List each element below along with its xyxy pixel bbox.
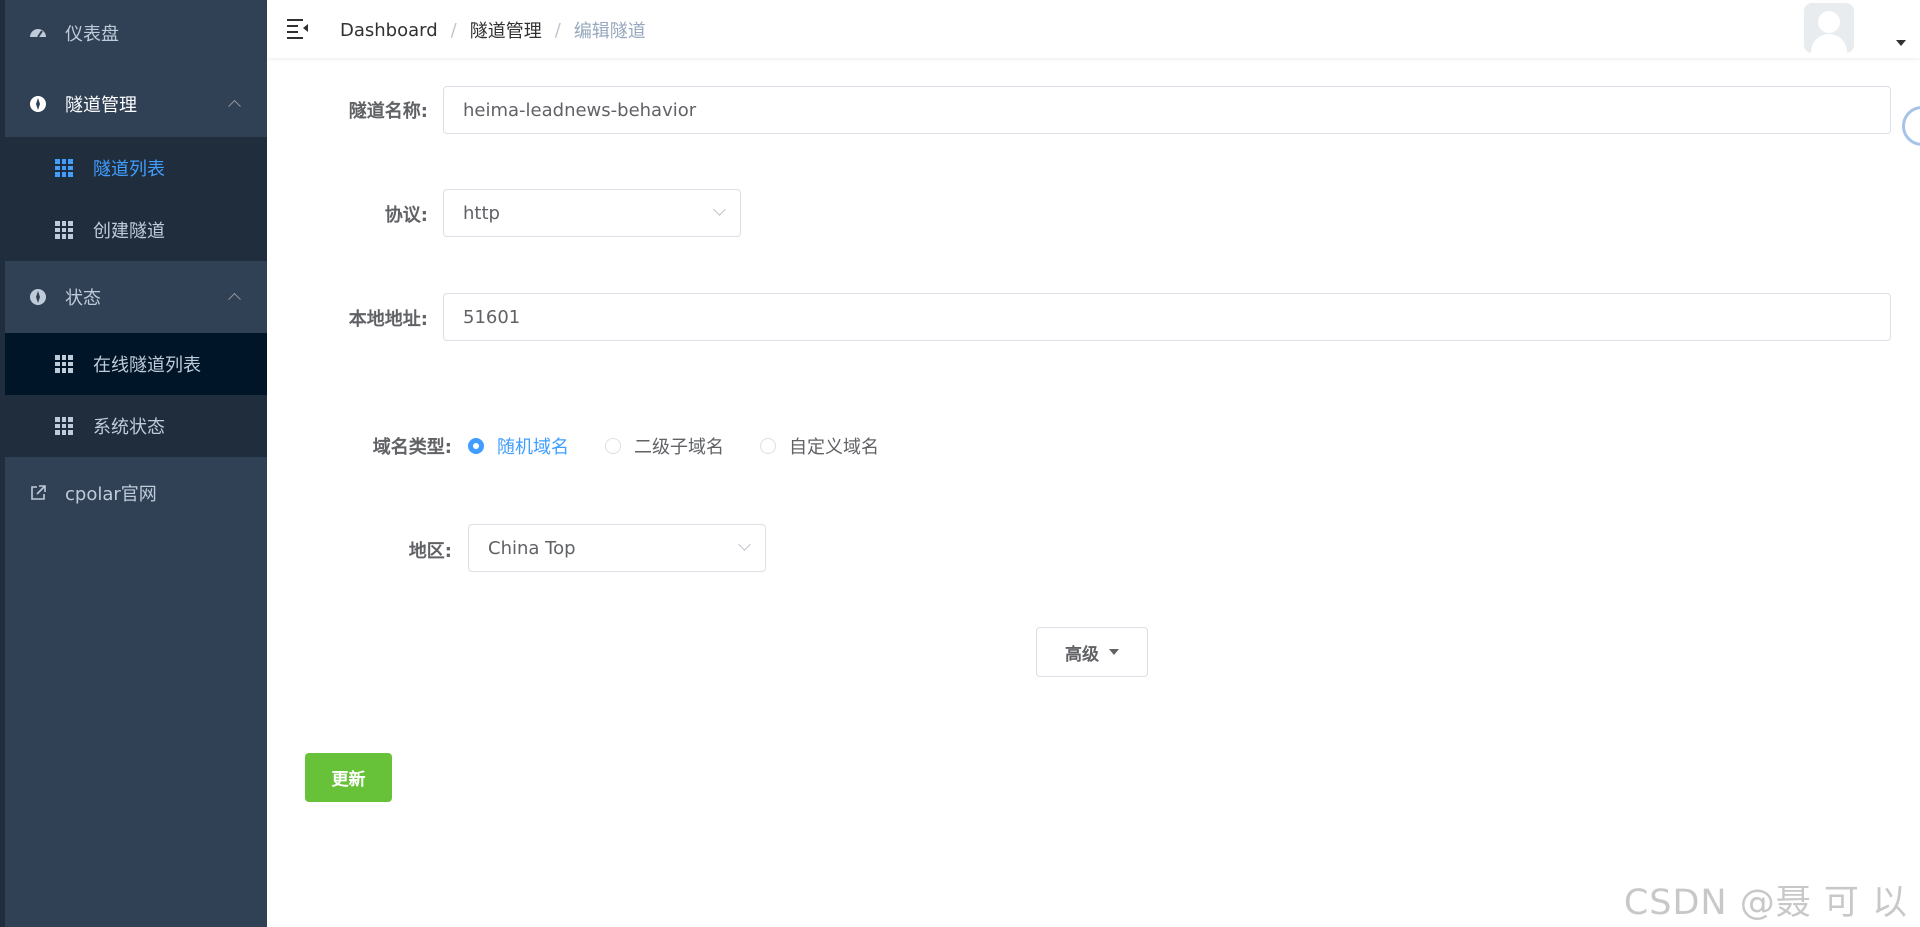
sidebar-item-tunnel-list[interactable]: 隧道列表 <box>5 137 267 199</box>
floating-ring-icon <box>1902 106 1920 146</box>
chevron-down-icon <box>713 203 726 216</box>
radio-random-domain[interactable]: 随机域名 <box>468 433 569 459</box>
table-icon <box>55 417 73 435</box>
user-avatar[interactable] <box>1804 3 1854 53</box>
sidebar-item-label: 创建隧道 <box>93 221 165 242</box>
sidebar-item-dashboard[interactable]: 仪表盘 <box>5 0 267 66</box>
breadcrumb: Dashboard / 隧道管理 / 编辑隧道 <box>340 17 646 43</box>
region-label: 地区: <box>408 541 452 562</box>
radio-label: 随机域名 <box>497 437 569 458</box>
radio-subdomain[interactable]: 二级子域名 <box>605 433 724 459</box>
navbar: Dashboard / 隧道管理 / 编辑隧道 <box>267 0 1920 58</box>
breadcrumb-tunnel-management: 隧道管理 <box>469 21 542 42</box>
sidebar-item-label: 在线隧道列表 <box>93 355 201 376</box>
protocol-select[interactable]: http <box>443 189 741 237</box>
hamburger-menu-icon[interactable] <box>287 19 309 39</box>
watermark: CSDN @聂 可 以 <box>1623 883 1908 923</box>
region-select[interactable]: China Top <box>468 524 766 572</box>
breadcrumb-dashboard[interactable]: Dashboard <box>340 20 438 41</box>
radio-label: 自定义域名 <box>789 437 879 458</box>
radio-dot <box>760 438 776 454</box>
chevron-up-icon <box>228 292 241 306</box>
protocol-label: 协议: <box>384 205 428 226</box>
sidebar-item-online-tunnels[interactable]: 在线隧道列表 <box>5 333 267 395</box>
sidebar-item-label: 状态 <box>65 288 101 309</box>
tunnel-name-input[interactable]: heima-leadnews-behavior <box>443 86 1891 134</box>
dashboard-icon <box>29 24 47 42</box>
radio-label: 二级子域名 <box>634 437 724 458</box>
caret-down-icon[interactable] <box>1896 40 1906 46</box>
sidebar-item-create-tunnel[interactable]: 创建隧道 <box>5 199 267 261</box>
breadcrumb-current: 编辑隧道 <box>573 21 646 42</box>
external-link-icon <box>29 484 47 502</box>
domain-type-radio-group: 随机域名 二级子域名 自定义域名 <box>468 433 915 459</box>
table-icon <box>55 355 73 373</box>
table-icon <box>55 221 73 239</box>
update-button[interactable]: 更新 <box>305 753 392 802</box>
sidebar-item-official-site[interactable]: cpolar官网 <box>5 460 267 526</box>
sidebar-item-label: 隧道列表 <box>93 159 165 180</box>
tunnel-name-label: 隧道名称: <box>348 101 428 122</box>
local-address-input[interactable]: 51601 <box>443 293 1891 341</box>
sidebar-item-label: cpolar官网 <box>65 484 157 505</box>
sidebar-item-label: 仪表盘 <box>65 24 119 45</box>
compass-icon <box>29 288 47 306</box>
sidebar-group-tunnel-management[interactable]: 隧道管理 <box>5 71 267 137</box>
protocol-value: http <box>463 202 500 224</box>
caret-down-icon <box>1109 649 1119 655</box>
breadcrumb-separator: / <box>450 19 457 41</box>
radio-custom-domain[interactable]: 自定义域名 <box>760 433 879 459</box>
sidebar-item-system-status[interactable]: 系统状态 <box>5 395 267 457</box>
compass-icon <box>29 95 47 113</box>
breadcrumb-separator: / <box>554 19 561 41</box>
advanced-label: 高级 <box>1065 644 1099 665</box>
domain-type-label: 域名类型: <box>372 437 452 458</box>
local-address-label: 本地地址: <box>348 309 428 330</box>
region-value: China Top <box>488 537 576 559</box>
chevron-up-icon <box>228 99 241 113</box>
sidebar: 仪表盘 隧道管理 隧道列表 创建隧道 状态 在线隧道列表 系统状态 cpolar… <box>0 0 267 927</box>
sidebar-item-label: 隧道管理 <box>65 95 137 116</box>
radio-dot <box>605 438 621 454</box>
table-icon <box>55 159 73 177</box>
sidebar-group-status[interactable]: 状态 <box>5 264 267 330</box>
chevron-down-icon <box>738 538 751 551</box>
radio-dot <box>468 438 484 454</box>
sidebar-item-label: 系统状态 <box>93 417 165 438</box>
advanced-button[interactable]: 高级 <box>1036 627 1148 677</box>
